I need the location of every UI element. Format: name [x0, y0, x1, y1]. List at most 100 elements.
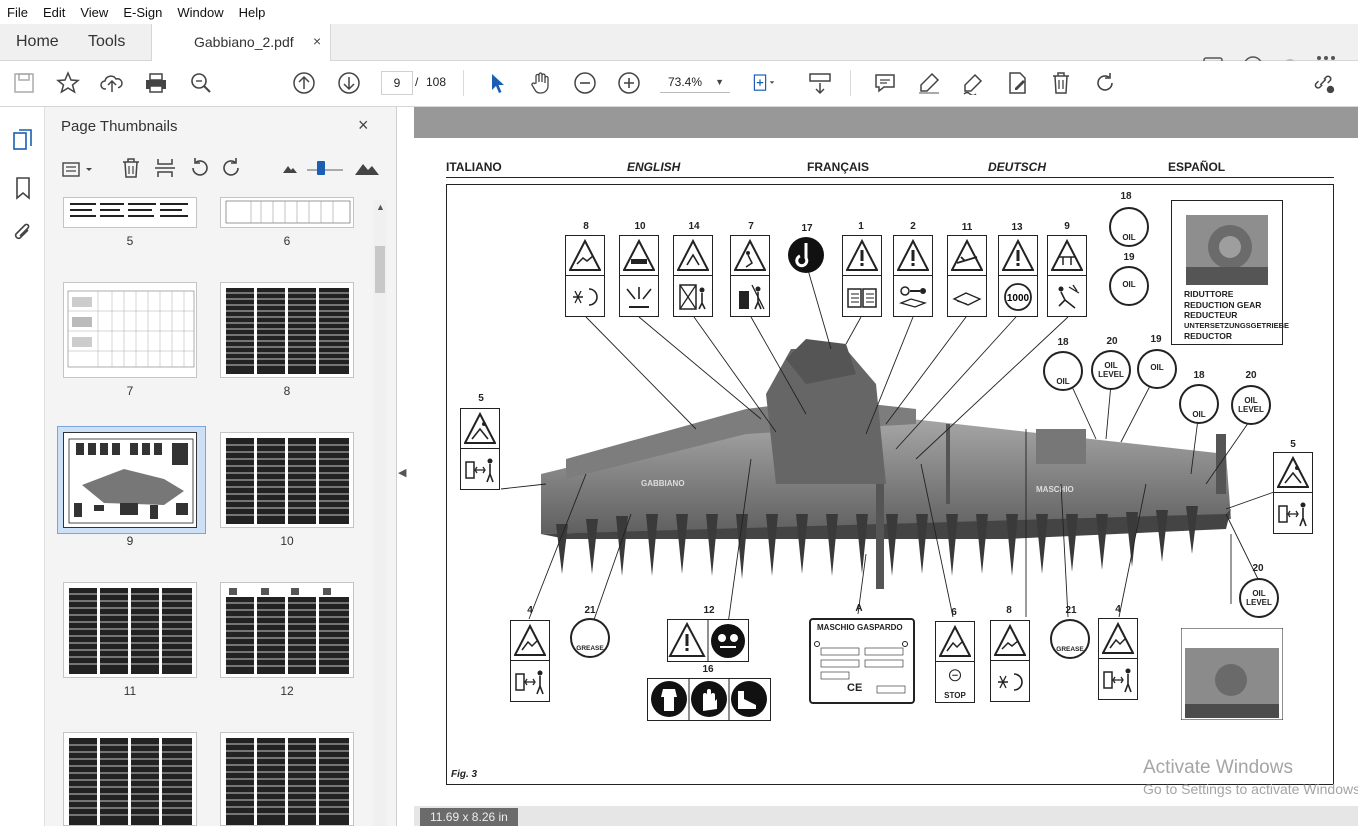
thumbnail-page-5[interactable] — [63, 197, 197, 228]
tab-tools[interactable]: Tools — [88, 24, 125, 60]
callout-20-right: 20 — [1245, 370, 1257, 381]
page-thumbnails-icon[interactable] — [12, 128, 34, 152]
scroll-mode-icon[interactable] — [808, 71, 832, 95]
reduction-gear-box: RIDUTTORE REDUCTION GEAR REDUCTEUR UNTER… — [1171, 200, 1289, 345]
scrollbar-thumb[interactable] — [375, 246, 385, 293]
draw-sign-icon[interactable] — [961, 71, 985, 95]
reduction-gear-photo — [1186, 215, 1268, 285]
warning-pictogram-10 — [619, 235, 659, 317]
ppe-pictogram-12 — [667, 619, 749, 662]
thumbnail-page-7[interactable] — [63, 282, 197, 378]
callout-18-top: 18 — [1120, 191, 1132, 202]
grease-label: GREASE — [1056, 646, 1084, 653]
thumbnail-page-14[interactable] — [220, 732, 354, 826]
toolbar-divider — [850, 70, 851, 96]
callout-6: 6 — [951, 607, 957, 618]
thumbnail-page-8[interactable] — [220, 282, 354, 378]
chevron-down-icon: ▼ — [715, 77, 724, 87]
collapse-panel-icon[interactable]: ◀ — [398, 466, 406, 479]
rotate-icon[interactable] — [1093, 71, 1117, 95]
callout-12: 12 — [703, 605, 715, 616]
document-tab-title: Gabbiano_2.pdf — [194, 34, 294, 50]
callout-19-mid: 19 — [1150, 334, 1162, 345]
thumbnail-options-icon[interactable] — [61, 160, 97, 180]
warning-pictogram-7 — [730, 235, 770, 317]
page-number-input[interactable]: 9 — [381, 71, 413, 95]
thumbnail-page-6[interactable] — [220, 197, 354, 228]
zoom-out-icon[interactable] — [573, 71, 597, 95]
thumbnail-scrollbar[interactable]: ▲ — [373, 200, 387, 826]
warning-pictogram-8 — [565, 235, 605, 317]
rotate-counterclockwise-icon[interactable] — [188, 157, 210, 179]
upload-cloud-icon[interactable] — [100, 71, 124, 95]
delete-page-icon[interactable] — [121, 157, 141, 179]
plate-brand: MASCHIO GASPARDO — [817, 623, 903, 632]
menu-window[interactable]: Window — [170, 5, 231, 20]
warning-pictogram-11 — [947, 235, 987, 317]
thumbnail-page-13[interactable] — [63, 732, 197, 826]
warning-pictogram-9 — [1047, 235, 1087, 317]
warning-pictogram-2 — [893, 235, 933, 317]
menu-edit[interactable]: Edit — [36, 5, 73, 20]
thumbnail-page-9[interactable] — [63, 432, 197, 528]
large-thumbnails-icon[interactable] — [354, 160, 380, 176]
tab-home[interactable]: Home — [16, 24, 59, 60]
oil-drain-icon: OIL — [1109, 266, 1149, 306]
thumbnail-size-slider[interactable] — [307, 169, 343, 171]
callout-8: 8 — [583, 221, 589, 232]
callout-4-left: 4 — [527, 605, 533, 616]
zoom-in-icon[interactable] — [617, 71, 641, 95]
zoom-level-select[interactable]: 73.4% ▼ — [660, 71, 730, 93]
reduction-label-de: UNTERSETZUNGSGETRIEBE — [1184, 320, 1290, 330]
thumbnail-list: 5 6 7 8 9 10 11 12 — [45, 197, 375, 826]
attachment-paperclip-icon[interactable] — [12, 220, 34, 244]
bookmark-star-icon[interactable] — [56, 71, 80, 95]
oil-label: OIL — [1122, 233, 1136, 242]
reduction-label-es: REDUCTOR — [1184, 331, 1233, 341]
brand-on-machine-text: MASCHIO — [1036, 485, 1074, 494]
previous-page-icon[interactable] — [292, 71, 316, 95]
warning-pictogram-5-left — [460, 408, 500, 490]
thumbnail-page-10[interactable] — [220, 432, 354, 528]
edit-document-icon[interactable] — [1005, 71, 1029, 95]
scroll-up-icon[interactable]: ▲ — [376, 202, 385, 212]
menu-help[interactable]: Help — [232, 5, 274, 20]
reduction-label-fr: REDUCTEUR — [1184, 310, 1238, 320]
rotate-clockwise-icon[interactable] — [221, 157, 243, 179]
menu-esign[interactable]: E-Sign — [116, 5, 170, 20]
thumbnail-page-11[interactable] — [63, 582, 197, 678]
insert-page-icon[interactable] — [154, 157, 176, 179]
menu-view[interactable]: View — [73, 5, 116, 20]
bookmarks-icon[interactable] — [14, 176, 32, 200]
callout-20-mid: 20 — [1106, 336, 1118, 347]
print-icon[interactable] — [144, 71, 168, 95]
close-tab-icon[interactable]: × — [313, 33, 321, 49]
small-thumbnails-icon[interactable] — [282, 162, 298, 174]
highlight-pen-icon[interactable] — [917, 71, 941, 95]
save-icon[interactable] — [12, 71, 36, 95]
grease-point-icon: GREASE — [1050, 619, 1090, 659]
delete-trash-icon[interactable] — [1049, 71, 1073, 95]
callout-21-left: 21 — [584, 605, 596, 616]
panel-title: Page Thumbnails — [61, 118, 178, 135]
menu-file[interactable]: File — [0, 5, 36, 20]
oil-level-label: OIL — [1104, 361, 1118, 370]
select-cursor-icon[interactable] — [485, 71, 509, 95]
slider-handle[interactable] — [317, 161, 325, 175]
next-page-icon[interactable] — [337, 71, 361, 95]
oil-level-label: OIL — [1252, 589, 1266, 598]
zoom-search-icon[interactable] — [189, 71, 213, 95]
oil-fill-icon: OIL — [1179, 384, 1219, 424]
lang-deutsch: DEUTSCH — [988, 160, 1047, 174]
tab-document[interactable]: Gabbiano_2.pdf × — [151, 24, 331, 61]
thumbnail-label: 6 — [283, 234, 291, 248]
comment-icon[interactable] — [873, 71, 897, 95]
stop-label: STOP — [944, 691, 966, 700]
close-panel-icon[interactable]: × — [358, 115, 369, 136]
thumbnail-panel: Page Thumbnails × 5 6 7 8 9 10 11 12 — [45, 107, 397, 826]
callout-10: 10 — [634, 221, 646, 232]
hand-tool-icon[interactable] — [529, 71, 553, 95]
share-link-icon[interactable] — [1312, 71, 1336, 95]
thumbnail-page-12[interactable] — [220, 582, 354, 678]
fit-page-icon[interactable] — [752, 71, 776, 95]
